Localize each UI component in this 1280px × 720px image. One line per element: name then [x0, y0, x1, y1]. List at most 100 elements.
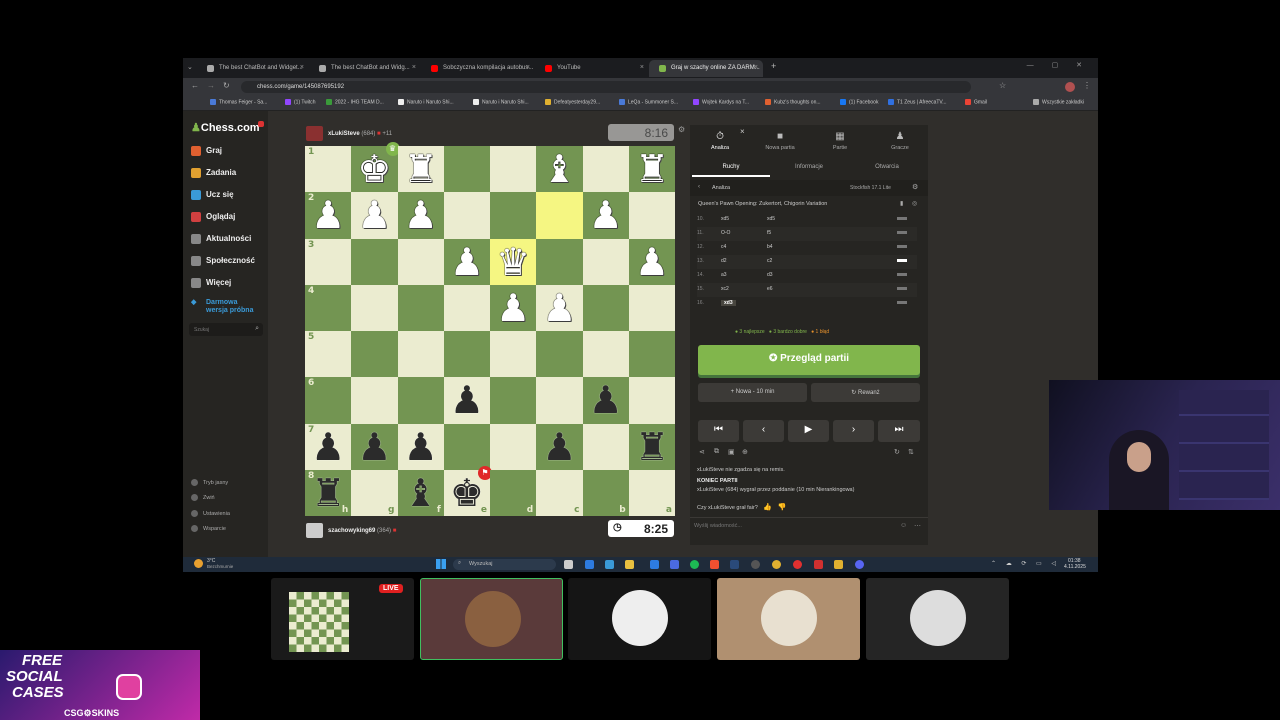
zoom-icon[interactable]: ⊕ [742, 448, 748, 456]
bookmark[interactable]: Defeatyesterday29... [545, 99, 600, 105]
board-square[interactable]: ♜ [628, 146, 675, 193]
board-square[interactable] [536, 377, 583, 424]
copy-icon[interactable]: ⧉ [714, 448, 719, 456]
folder-icon[interactable] [625, 560, 634, 569]
bookmark[interactable]: (1) Facebook [840, 99, 878, 105]
board-square[interactable] [582, 331, 629, 378]
rematch-button[interactable]: ↻ Rewanż [811, 383, 920, 402]
board-square[interactable] [443, 284, 490, 331]
board-square[interactable] [443, 331, 490, 378]
board-square[interactable] [351, 331, 398, 378]
board-square[interactable] [536, 192, 583, 239]
system-tray[interactable]: ⌃ ☁ ⟳ ▭ ◁ [991, 560, 1060, 567]
board-square[interactable]: ♟ [536, 284, 583, 331]
message-input[interactable]: Wyślij wiadomość... [694, 523, 894, 529]
prev-move-button[interactable]: ‹ [743, 420, 784, 442]
white-move[interactable]: d2 [721, 258, 727, 264]
taskbar-search[interactable]: ⌕ Wyszukaj [453, 559, 556, 570]
share-icon[interactable]: ⋖ [699, 448, 705, 456]
board-square[interactable]: 3 [305, 238, 352, 285]
app-icon[interactable] [793, 560, 802, 569]
bottom-player[interactable]: szachowyking69 (364) ■ [306, 523, 396, 538]
board-square[interactable]: ♟ [397, 192, 444, 239]
board-square[interactable]: ♟ [582, 192, 629, 239]
white-pawn[interactable]: ♟ [357, 196, 391, 234]
board-square[interactable] [397, 377, 444, 424]
obs-icon[interactable] [751, 560, 760, 569]
bookmark[interactable]: LeQa - Summoner S... [619, 99, 678, 105]
board-square[interactable]: ♝ [536, 146, 583, 193]
board-square[interactable] [443, 146, 490, 193]
close-icon[interactable]: × [412, 64, 416, 71]
board-square[interactable] [582, 146, 629, 193]
board-square[interactable]: ♟ [490, 284, 537, 331]
board-square[interactable] [351, 377, 398, 424]
bookmark[interactable]: Naruto i Naruto Shi... [473, 99, 529, 105]
bookmark[interactable]: 2022 - IHG TEAM D... [326, 99, 384, 105]
sidebar-item-zadania[interactable]: Zadania [191, 168, 236, 178]
close-icon[interactable]: × [740, 127, 745, 136]
more-icon[interactable]: ⋯ [914, 522, 921, 530]
taskview-icon[interactable] [564, 560, 573, 569]
settings-gear-icon[interactable]: ⚙ [678, 125, 685, 134]
board-square[interactable] [490, 377, 537, 424]
board-square[interactable]: 7 ♟ [305, 423, 352, 470]
sidebar-item-watch[interactable]: Oglądaj [191, 212, 235, 222]
black-pawn[interactable]: ♟ [589, 381, 623, 419]
board-square[interactable] [536, 238, 583, 285]
url-field[interactable]: chess.com/game/145087695192 [241, 81, 971, 93]
back-icon[interactable]: ← [191, 81, 199, 90]
avatar[interactable] [1065, 82, 1075, 92]
stream-tile[interactable]: LIVE [271, 578, 414, 660]
app-icon[interactable] [605, 560, 614, 569]
thumbs-down-icon[interactable]: 👎 [778, 504, 787, 511]
black-move[interactable]: e6 [767, 286, 773, 292]
close-icon[interactable]: × [526, 64, 530, 71]
board-square[interactable]: e ♚ ⚑ [443, 465, 492, 516]
app-icon[interactable] [585, 560, 594, 569]
black-pawn[interactable]: ♟ [357, 428, 391, 466]
black-move[interactable]: b4 [767, 244, 773, 250]
stream-tile[interactable] [717, 578, 860, 660]
trial-link[interactable]: ◆ Darmowa wersja próbna [191, 299, 261, 315]
bookmark[interactable]: Wojtek Kardys na T... [693, 99, 749, 105]
top-player[interactable]: xLukiSteve (684) ■ +11 [306, 126, 392, 141]
white-rook[interactable]: ♜ [635, 150, 669, 188]
stream-tile[interactable] [568, 578, 711, 660]
board-square[interactable]: ♛ [490, 238, 537, 285]
tab-games[interactable]: ▦ Partie [812, 131, 868, 151]
collapse-button[interactable]: Zwiń [191, 494, 215, 501]
white-pawn[interactable]: ♟ [404, 196, 438, 234]
board-square[interactable] [582, 284, 629, 331]
chrome-icon[interactable] [772, 560, 781, 569]
board-square[interactable]: ♟ [397, 423, 444, 470]
board-square[interactable] [490, 331, 537, 378]
thumbs-up-icon[interactable]: 👍 [763, 504, 772, 511]
app-icon[interactable] [670, 560, 679, 569]
board-square[interactable] [490, 423, 537, 470]
white-pawn[interactable]: ♟ [450, 243, 484, 281]
sidebar-item-graj[interactable]: Graj [191, 146, 222, 156]
subtab-openings[interactable]: Otwarcia [848, 161, 926, 177]
board-square[interactable]: ♜ [397, 146, 444, 193]
white-queen[interactable]: ♛ [496, 243, 530, 281]
board-square[interactable] [443, 423, 490, 470]
tab-new-game[interactable]: ■ Nowa partia [752, 131, 808, 151]
white-bishop[interactable]: ♝ [542, 150, 576, 188]
window-controls[interactable]: — ▢ ✕ [1027, 61, 1090, 69]
black-move[interactable]: d3 [767, 272, 773, 278]
stream-tile[interactable] [866, 578, 1009, 660]
black-bishop[interactable]: ♝ [404, 474, 438, 512]
board-square[interactable] [628, 331, 675, 378]
black-pawn[interactable]: ♟ [311, 428, 345, 466]
board-square[interactable] [628, 192, 675, 239]
board-square[interactable] [582, 238, 629, 285]
star-icon[interactable]: ☆ [999, 81, 1006, 90]
board-square[interactable]: 6 [305, 377, 352, 424]
new-tab-button[interactable]: + [771, 61, 776, 71]
support-button[interactable]: Wsparcie [191, 525, 226, 532]
black-king[interactable]: ♚ [450, 474, 484, 512]
board-square[interactable]: 1 [305, 146, 352, 193]
board-square[interactable]: c [536, 469, 583, 516]
gear-icon[interactable]: ⚙ [912, 183, 918, 191]
